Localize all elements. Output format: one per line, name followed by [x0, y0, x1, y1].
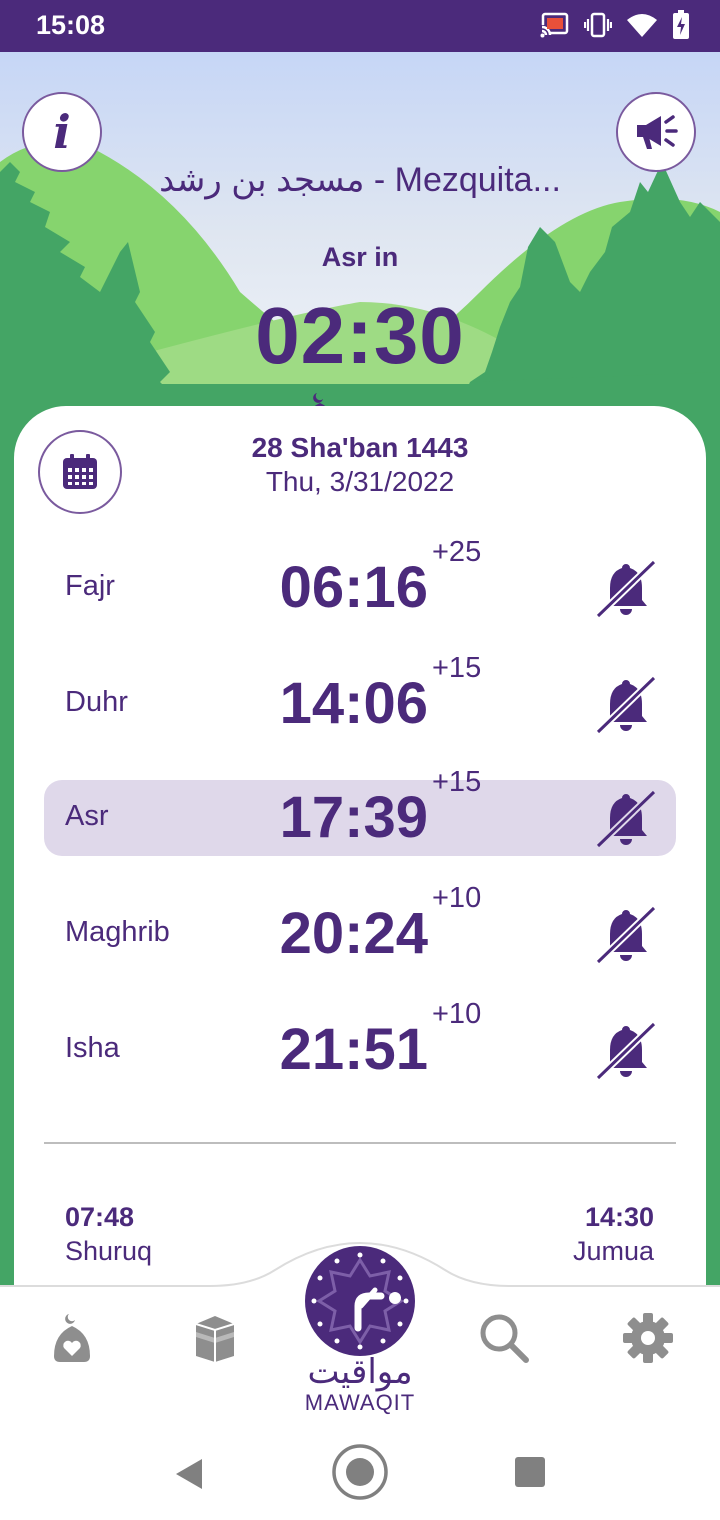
prayer-name: Duhr: [65, 686, 128, 718]
status-time: 15:08: [36, 10, 106, 40]
prayer-time: 14:06: [279, 671, 428, 736]
iqama-offset: +15: [432, 652, 482, 684]
prayer-name: Fajr: [65, 570, 115, 602]
iqama-offset: +25: [432, 536, 482, 568]
prayer-time: 06:16: [279, 555, 428, 620]
recents-icon[interactable]: [514, 1456, 546, 1488]
announcements-button[interactable]: [616, 92, 696, 172]
status-bar: 15:08: [0, 0, 720, 52]
settings-icon[interactable]: [622, 1312, 674, 1364]
prayer-name: Maghrib: [65, 916, 170, 948]
home-icon[interactable]: [330, 1442, 390, 1502]
mawaqit-logo-icon: [305, 1246, 415, 1356]
logo-latin-text: MAWAQIT: [304, 1390, 416, 1415]
bell-muted-icon[interactable]: [594, 904, 658, 964]
mawaqit-logo-button[interactable]: [305, 1246, 415, 1356]
bell-muted-icon[interactable]: [594, 1020, 658, 1080]
prayer-time: 20:24: [279, 901, 428, 966]
prayer-time: 21:51: [279, 1017, 428, 1082]
prayer-row-duhr[interactable]: Duhr 14:06 +15: [44, 652, 676, 742]
system-navigation-bar: [0, 1430, 720, 1520]
wifi-icon: [627, 14, 657, 37]
info-icon: i: [53, 105, 71, 159]
countdown-timer: 02:30: [255, 291, 465, 380]
back-icon[interactable]: [172, 1456, 206, 1492]
bell-muted-icon[interactable]: [594, 558, 658, 618]
divider: [44, 1142, 676, 1144]
vibrate-icon: [584, 12, 612, 38]
next-prayer-label: Asr in: [321, 242, 399, 272]
bell-muted-icon[interactable]: [594, 674, 658, 734]
hijri-date: 28 Sha'ban 1443: [251, 432, 469, 463]
iqama-offset: +10: [432, 882, 482, 914]
iqama-offset: +10: [432, 998, 482, 1030]
info-button[interactable]: i: [22, 92, 102, 172]
bell-muted-icon[interactable]: [594, 788, 658, 848]
battery-charging-icon: [673, 10, 689, 39]
prayer-name: Asr: [65, 800, 109, 832]
prayer-row-fajr[interactable]: Fajr 06:16 +25: [44, 536, 676, 626]
prayer-row-maghrib[interactable]: Maghrib 20:24 +10: [44, 882, 676, 972]
prayer-row-asr[interactable]: Asr 17:39 +15: [44, 766, 676, 856]
prayer-row-isha[interactable]: Isha 21:51 +10: [44, 998, 676, 1088]
prayer-name: Isha: [65, 1032, 120, 1064]
cast-icon: [540, 12, 569, 38]
iqama-offset: +15: [432, 766, 482, 798]
mosque-name[interactable]: مسجد بن رشد - Mezquita...: [120, 160, 600, 200]
megaphone-icon: [637, 115, 678, 149]
status-icons: [540, 10, 690, 40]
search-icon[interactable]: [478, 1312, 530, 1364]
logo-arabic-text: مواقيت: [307, 1353, 413, 1391]
prayer-time: 17:39: [279, 785, 428, 850]
gregorian-date: Thu, 3/31/2022: [265, 466, 455, 497]
